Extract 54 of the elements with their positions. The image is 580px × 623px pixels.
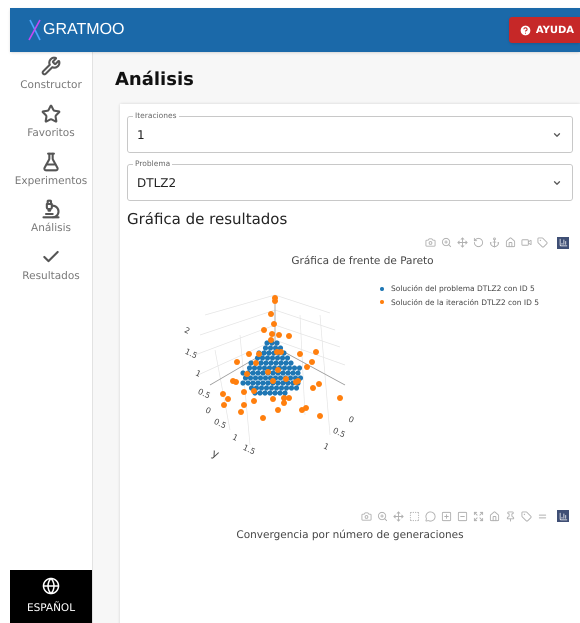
logo-icon <box>28 19 42 41</box>
microscope-icon[interactable] <box>41 199 61 220</box>
plotly-logo-icon[interactable] <box>557 236 569 248</box>
orbit-icon[interactable] <box>473 237 484 248</box>
sidebar-item[interactable]: Favoritos <box>27 126 75 142</box>
sidebar-item[interactable]: Análisis <box>31 221 71 237</box>
tick-label: 0.5 <box>331 426 347 440</box>
zoom-plus-icon[interactable] <box>441 510 452 522</box>
plotly-logo-icon[interactable] <box>557 510 569 522</box>
select-value: DTLZ2 <box>137 174 176 192</box>
anchor-icon[interactable] <box>489 237 500 248</box>
spike-icon[interactable] <box>505 510 516 522</box>
tick-label: 0.5 <box>212 417 228 431</box>
tick-label: 1.5 <box>241 443 257 457</box>
pan-icon[interactable] <box>457 237 468 248</box>
camera-view-icon[interactable] <box>521 237 532 248</box>
tick-label: 1 <box>322 442 330 452</box>
chart-title: Convergencia por número de generaciones <box>235 528 465 544</box>
tools-icon[interactable] <box>40 56 61 76</box>
tag-icon[interactable] <box>521 510 532 522</box>
tick-label: 0 <box>204 406 212 416</box>
zoom-in-icon[interactable] <box>441 237 452 248</box>
home-icon[interactable] <box>505 237 516 248</box>
tick-label: 0.5 <box>196 387 212 401</box>
language-button[interactable]: ESPAÑOL <box>10 570 92 623</box>
flask-icon[interactable] <box>41 152 61 172</box>
lasso-icon[interactable] <box>425 510 436 522</box>
globe-icon <box>42 576 60 595</box>
help-icon <box>518 24 532 36</box>
section-title: Gráfica de resultados <box>127 209 288 230</box>
pan-icon[interactable] <box>393 510 404 522</box>
select-value: 1 <box>137 126 145 144</box>
page-title: Análisis <box>115 68 195 92</box>
tick-label: y <box>210 446 222 462</box>
box-select-icon[interactable] <box>409 510 420 522</box>
home-icon[interactable] <box>489 510 500 522</box>
tick-label: 1 <box>194 368 202 380</box>
autoscale-icon[interactable] <box>473 510 484 522</box>
chart-title: Gráfica de frente de Pareto <box>290 254 435 268</box>
star-icon[interactable] <box>41 104 61 124</box>
tick-label: 1.5 <box>183 347 199 361</box>
logo-text: GRATMOO <box>43 20 124 40</box>
tag-icon[interactable] <box>537 237 548 248</box>
help-button[interactable]: AYUDA <box>508 17 580 43</box>
zoom-in-icon[interactable] <box>377 510 388 522</box>
sidebar-item[interactable]: Experimentos <box>14 174 88 190</box>
camera-icon[interactable] <box>361 510 372 522</box>
tick-label: 2 <box>182 326 192 336</box>
sidebar-item[interactable]: Constructor <box>20 78 82 94</box>
zoom-minus-icon[interactable] <box>457 510 468 522</box>
tick-label: 1 <box>230 432 240 444</box>
tick-label: 0 <box>346 414 356 426</box>
camera-icon[interactable] <box>425 237 436 248</box>
sidebar-item[interactable]: Resultados <box>22 269 80 285</box>
